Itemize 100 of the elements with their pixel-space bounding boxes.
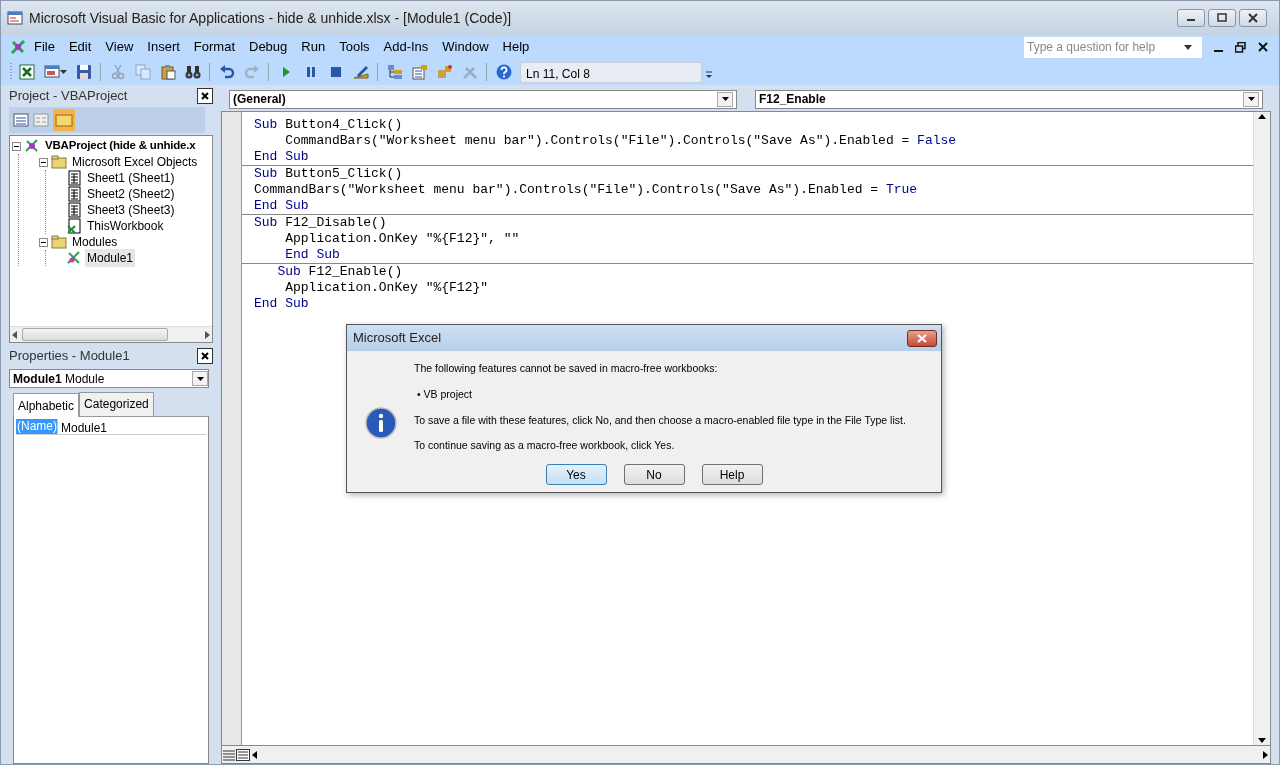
scroll-left-icon[interactable] xyxy=(250,749,260,760)
dropdown-arrow-icon xyxy=(196,376,204,381)
tree-item[interactable]: Module1 xyxy=(85,249,136,267)
help-search-field[interactable]: Type a question for help xyxy=(1024,36,1202,58)
property-value[interactable]: Module1 xyxy=(58,419,108,434)
close-icon xyxy=(917,333,927,343)
tree-item[interactable]: ThisWorkbook xyxy=(85,217,166,235)
code-line: CommandBars("Worksheet menu bar").Controls("File").Controls("Save As").Enabled = True xyxy=(254,182,919,198)
close-button[interactable] xyxy=(1239,9,1267,27)
menu-item[interactable]: Help xyxy=(495,37,537,57)
properties-icon xyxy=(411,64,428,80)
menu-item[interactable]: Tools xyxy=(332,37,377,57)
code-line: Application.OnKey "%{F12}" xyxy=(284,280,490,296)
code-line: End Sub xyxy=(284,247,341,263)
scroll-right-icon[interactable] xyxy=(1260,749,1270,760)
tools-icon xyxy=(461,64,478,80)
menu-item[interactable]: Run xyxy=(294,37,333,57)
close-button[interactable] xyxy=(197,88,213,104)
toolbar-grip-icon xyxy=(9,62,13,82)
clipboard-icon xyxy=(159,64,176,80)
code-line: Sub F12_Enable() xyxy=(276,264,404,280)
undo-icon xyxy=(218,64,235,80)
close-button[interactable] xyxy=(197,348,213,364)
folder-icon xyxy=(51,154,67,170)
full-module-view-icon[interactable] xyxy=(236,748,250,761)
dialog-button[interactable]: Help xyxy=(701,464,763,485)
tab[interactable]: Categorized xyxy=(79,392,154,416)
menu-item[interactable]: File xyxy=(27,37,62,57)
menu-item[interactable]: Insert xyxy=(140,37,187,57)
panel-title: Properties - Module1 xyxy=(9,347,130,366)
worksheet-icon xyxy=(66,170,82,186)
collapse-icon[interactable] xyxy=(39,157,48,167)
vba-project-icon xyxy=(24,138,40,154)
tree-item[interactable]: Sheet2 (Sheet2) xyxy=(85,185,177,203)
collapse-icon[interactable] xyxy=(39,237,48,247)
code-line: Sub Button4_Click() xyxy=(254,117,404,133)
info-icon xyxy=(365,407,397,439)
restore-icon xyxy=(1217,13,1227,23)
dropdown-arrow-icon xyxy=(1184,44,1192,50)
cursor-position-field: Ln 11, Col 8 xyxy=(520,61,702,83)
vba-icon xyxy=(9,38,27,56)
help-icon xyxy=(495,64,512,80)
copy-icon xyxy=(134,64,151,80)
close-icon[interactable] xyxy=(1258,42,1268,52)
scroll-up-icon[interactable] xyxy=(1257,112,1267,122)
code-line: End Sub xyxy=(254,198,310,214)
collapse-icon[interactable] xyxy=(12,141,21,151)
code-line: End Sub xyxy=(254,296,310,312)
minimize-button[interactable] xyxy=(1177,9,1205,27)
tree-item[interactable]: VBAProject (hide & unhide.x xyxy=(43,137,198,155)
tree-item[interactable]: Sheet3 (Sheet3) xyxy=(85,201,177,219)
dialog-button[interactable]: No xyxy=(623,464,685,485)
excel-icon xyxy=(18,64,35,80)
restore-icon[interactable] xyxy=(1235,41,1246,53)
workbook-icon xyxy=(66,218,82,234)
object-browser-icon xyxy=(436,64,453,80)
message-text: To save a file with these features, click No, and then choose a macro-enabled file type in the File Type list. xyxy=(414,412,906,428)
message-text: To continue saving as a macro-free workbook, click Yes. xyxy=(414,438,676,454)
redo-icon xyxy=(243,64,260,80)
menu-item[interactable]: Format xyxy=(186,37,242,57)
app-icon xyxy=(7,10,23,26)
dropdown-arrow-icon xyxy=(1247,97,1255,101)
menu-item[interactable]: Debug xyxy=(242,37,295,57)
binoculars-icon xyxy=(184,64,201,80)
dropdown-arrow-icon xyxy=(721,97,729,101)
tree-item[interactable]: Sheet1 (Sheet1) xyxy=(85,169,177,187)
code-line: CommandBars("Worksheet menu bar").Controls("File").Controls("Save As").Enabled = False xyxy=(284,133,958,149)
code-line: Sub F12_Disable() xyxy=(254,215,388,231)
save-icon xyxy=(75,64,92,80)
code-line: End Sub xyxy=(254,149,310,165)
procedure-dropdown[interactable]: F12_Enable xyxy=(755,89,1263,109)
scroll-right-icon[interactable] xyxy=(202,329,212,340)
dialog-button[interactable]: Yes xyxy=(545,464,607,485)
object-dropdown[interactable]: Module1 Module xyxy=(9,369,209,388)
bullet-item: • VB project xyxy=(416,386,474,402)
close-button[interactable] xyxy=(907,329,937,347)
form-icon xyxy=(43,64,60,80)
restore-button[interactable] xyxy=(1208,9,1236,27)
worksheet-icon xyxy=(66,202,82,218)
close-icon xyxy=(201,92,209,100)
dropdown-arrow-icon xyxy=(59,70,67,74)
scroll-left-icon[interactable] xyxy=(10,329,20,340)
scrollbar-thumb[interactable] xyxy=(22,328,168,341)
tab[interactable]: Alphabetic xyxy=(13,393,80,417)
code-line: Application.OnKey "%{F12}", "" xyxy=(284,231,521,247)
worksheet-icon xyxy=(66,186,82,202)
view-code-icon[interactable] xyxy=(13,113,29,127)
module-icon xyxy=(66,250,82,266)
tree-item[interactable]: Modules xyxy=(70,233,120,251)
tree-item[interactable]: Microsoft Excel Objects xyxy=(70,153,200,171)
dialog-title: Microsoft Excel xyxy=(353,329,442,348)
menu-item[interactable]: View xyxy=(98,37,141,57)
menu-item[interactable]: Add-Ins xyxy=(376,37,436,57)
close-icon xyxy=(1248,13,1258,23)
object-dropdown[interactable]: (General) xyxy=(229,89,737,109)
menu-item[interactable]: Window xyxy=(435,37,496,57)
ruler-pencil-icon xyxy=(352,64,369,80)
message-text: The following features cannot be saved in macro-free workbooks: xyxy=(414,361,719,376)
folder-icon xyxy=(51,234,67,250)
menu-item[interactable]: Edit xyxy=(61,37,99,57)
